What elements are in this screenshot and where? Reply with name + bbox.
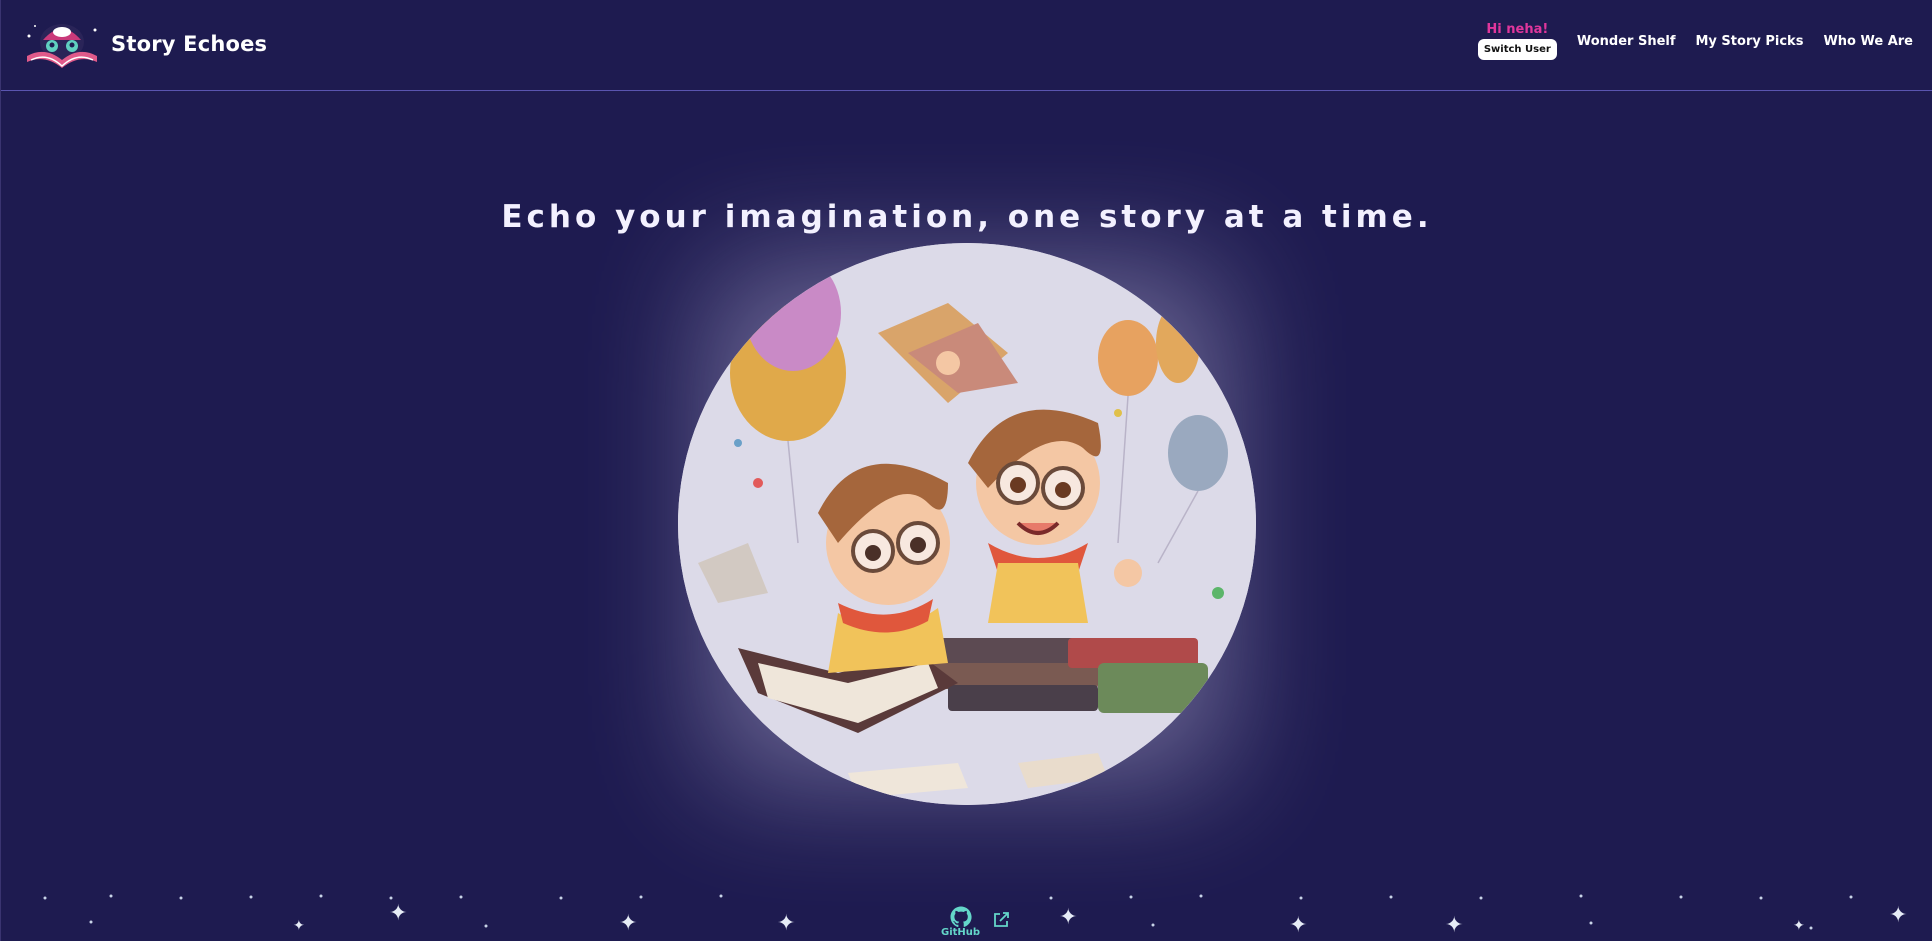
app-root: Story Echoes Hi neha! Switch User Wonder… — [0, 0, 1932, 941]
hero-tagline: Echo your imagination, one story at a ti… — [501, 198, 1433, 235]
svg-text:✦: ✦ — [1059, 905, 1077, 930]
hero-illustration — [678, 243, 1256, 805]
logo-icon — [27, 24, 97, 68]
brand-home-link[interactable]: Story Echoes — [21, 16, 267, 72]
github-icon — [950, 906, 972, 928]
switch-user-button[interactable]: Switch User — [1477, 39, 1557, 60]
main-nav: Hi neha! Switch User Wonder Shelf My Sto… — [1477, 22, 1913, 60]
top-navbar: Story Echoes Hi neha! Switch User Wonder… — [1, 0, 1932, 91]
nav-link-wonder-shelf[interactable]: Wonder Shelf — [1577, 34, 1676, 49]
svg-text:✦: ✦ — [1793, 918, 1805, 934]
svg-text:✦: ✦ — [777, 911, 795, 936]
github-label: GitHub — [941, 927, 981, 938]
nav-link-who-we-are[interactable]: Who We Are — [1823, 34, 1913, 49]
external-link[interactable] — [992, 911, 1010, 933]
svg-text:✦: ✦ — [619, 911, 637, 936]
external-link-icon — [994, 912, 1009, 927]
svg-text:✦: ✦ — [293, 918, 305, 934]
github-link[interactable]: GitHub — [941, 905, 980, 938]
user-greeting: Hi neha! — [1486, 22, 1549, 37]
svg-text:✦: ✦ — [389, 901, 407, 926]
kids-reading-illustration-icon — [678, 243, 1256, 805]
nav-link-my-story-picks[interactable]: My Story Picks — [1696, 34, 1804, 49]
user-greeting-box: Hi neha! Switch User — [1477, 22, 1557, 60]
footer-links: GitHub — [941, 905, 1010, 938]
svg-text:✦: ✦ — [1889, 903, 1907, 928]
svg-text:✦: ✦ — [1289, 913, 1307, 938]
svg-text:✦: ✦ — [1445, 913, 1463, 938]
brand-name: Story Echoes — [111, 32, 268, 56]
